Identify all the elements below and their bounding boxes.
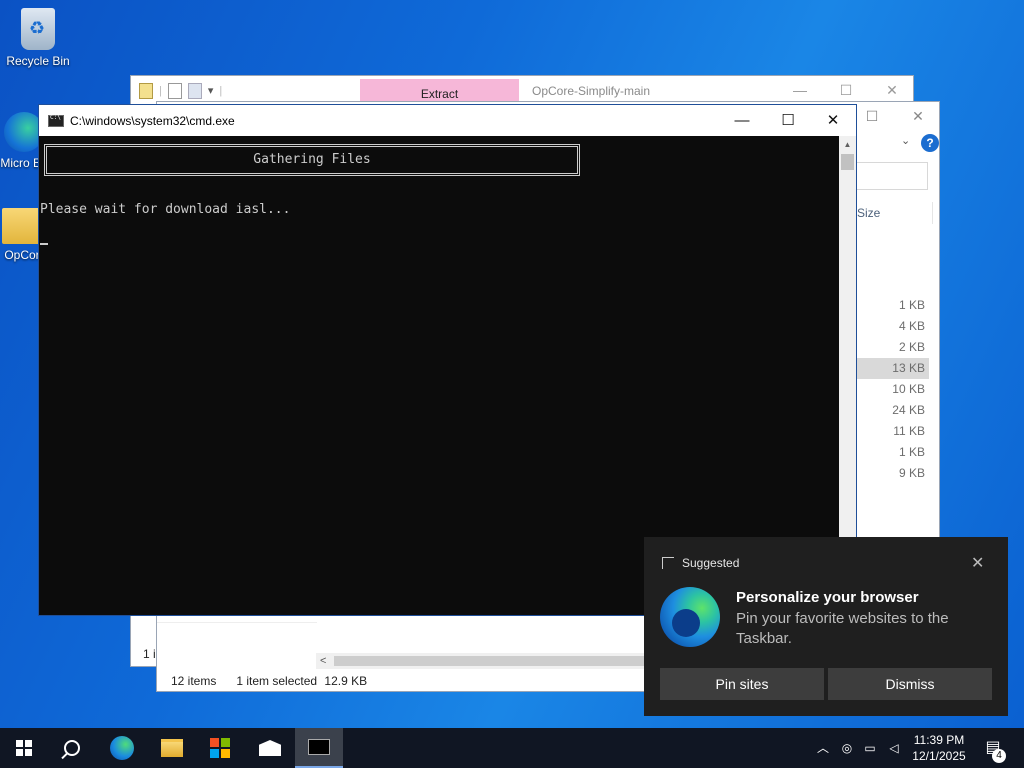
window-title: C:\windows\system32\cmd.exe [70, 113, 235, 128]
desktop-icon-recycle-bin[interactable]: Recycle Bin [0, 8, 76, 68]
search-icon [64, 740, 80, 756]
chevron-down-icon[interactable]: ⌄ [901, 134, 910, 147]
file-size-cell[interactable]: 4 KB [857, 316, 929, 337]
taskbar-edge[interactable] [98, 728, 146, 768]
network-icon[interactable]: ▭ [860, 728, 880, 768]
volume-muted-icon[interactable]: ◁ [884, 728, 904, 768]
chevron-down-icon[interactable]: ▾ [208, 84, 214, 97]
clock-date: 12/1/2025 [912, 749, 966, 763]
maximize-icon[interactable]: ☐ [765, 105, 811, 136]
recycle-bin-icon [21, 8, 55, 50]
file-size-cell[interactable]: 10 KB [857, 379, 929, 400]
cmd-titlebar[interactable]: C:\windows\system32\cmd.exe — ☐ ✕ [39, 105, 856, 136]
notification-count-badge: 4 [992, 749, 1006, 763]
status-selected-count: 1 item selected [236, 674, 318, 688]
clock[interactable]: 11:39 PM 12/1/2025 [908, 732, 970, 764]
new-folder-icon[interactable] [187, 82, 202, 99]
separator: | [219, 84, 223, 97]
quick-access-toolbar: | ▾ | [131, 82, 223, 99]
file-size-cell[interactable]: 24 KB [857, 400, 929, 421]
taskbar-cmd[interactable] [295, 728, 343, 768]
status-item-count: 12 items [171, 674, 217, 688]
close-icon[interactable]: ✕ [810, 105, 856, 136]
status-item-count: 1 i [143, 647, 156, 661]
file-size-cell[interactable]: 2 KB [857, 337, 929, 358]
search-input[interactable] [852, 162, 928, 190]
scrollbar-thumb[interactable] [334, 656, 654, 666]
toast-title: Personalize your browser [736, 589, 919, 606]
toast-body: Pin your favorite websites to the Taskba… [736, 610, 949, 647]
close-icon[interactable]: ✕ [895, 102, 941, 130]
taskbar-store[interactable] [196, 728, 244, 768]
folder-icon [161, 739, 183, 757]
mail-icon [259, 740, 281, 756]
window-title: OpCore-Simplify-main [532, 84, 651, 98]
scroll-left-icon[interactable]: < [320, 653, 326, 669]
console-cursor [40, 243, 48, 245]
file-size-cell[interactable]: 1 KB [857, 442, 929, 463]
suggested-icon [662, 557, 674, 569]
help-icon[interactable]: ? [921, 134, 939, 152]
separator: | [159, 84, 162, 97]
file-size-cell[interactable]: 11 KB [857, 421, 929, 442]
properties-icon[interactable] [167, 82, 182, 99]
toast-header-label: Suggested [682, 556, 740, 570]
scroll-up-icon[interactable]: ▲ [839, 136, 856, 153]
divider [157, 622, 317, 623]
chevron-up-icon[interactable]: ︿ [814, 728, 832, 768]
pin-sites-button[interactable]: Pin sites [660, 668, 824, 700]
toast-header: Suggested [662, 556, 739, 570]
file-size-cell[interactable]: 13 KB [857, 358, 929, 379]
status-selection: 1 item selected 12.9 KB [236, 674, 367, 692]
console-line: Please wait for download iasl... [40, 202, 291, 217]
file-size-cell[interactable]: 1 KB [857, 295, 929, 316]
edge-icon [110, 736, 134, 760]
notification-toast[interactable]: Suggested ✕ Personalize your browser Pin… [644, 537, 1008, 716]
console-banner: Gathering Files [44, 144, 580, 176]
windows-icon [16, 740, 32, 756]
start-button[interactable] [0, 728, 48, 768]
taskbar: ︿ ◎ ▭ ◁ 11:39 PM 12/1/2025 ▤ 4 [0, 728, 1024, 768]
column-header-size[interactable]: Size [857, 206, 880, 220]
edge-icon [660, 587, 720, 647]
scrollbar-thumb[interactable] [841, 154, 854, 170]
store-icon [210, 738, 230, 758]
clock-time: 11:39 PM [913, 733, 965, 747]
taskbar-mail[interactable] [246, 728, 294, 768]
terminal-icon [308, 739, 330, 755]
close-icon[interactable]: ✕ [971, 553, 984, 573]
file-size-cell[interactable]: 9 KB [857, 463, 929, 484]
desktop-icon-label: Recycle Bin [6, 54, 70, 68]
terminal-icon[interactable] [48, 114, 64, 127]
status-selected-size: 12.9 KB [324, 674, 368, 688]
dismiss-button[interactable]: Dismiss [828, 668, 992, 700]
folder-icon[interactable] [139, 82, 153, 99]
meet-now-icon[interactable]: ◎ [838, 728, 856, 768]
search-button[interactable] [48, 728, 96, 768]
minimize-icon[interactable]: — [719, 105, 765, 136]
folder-icon [2, 208, 42, 244]
column-divider[interactable] [932, 202, 933, 224]
taskbar-file-explorer[interactable] [148, 728, 196, 768]
